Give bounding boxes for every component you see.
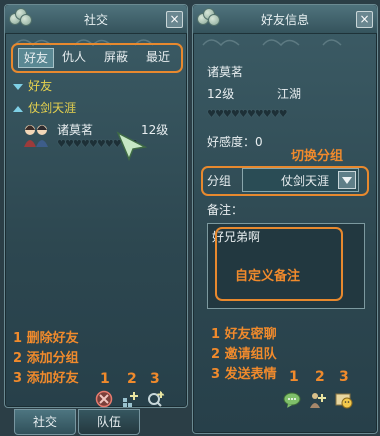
icon-number-2: 2	[315, 369, 325, 385]
group-friends[interactable]: 好友	[13, 75, 52, 94]
favor-label: 好感度：0	[207, 135, 263, 149]
tab-recent[interactable]: 最近	[141, 48, 175, 66]
social-tabs: 好友 仇人 屏蔽 最近	[17, 45, 177, 69]
annotation-delete-friend: 1 删除好友	[13, 331, 79, 346]
bottom-tab-team[interactable]: 队伍	[78, 409, 140, 435]
group-dropdown[interactable]: 仗剑天涯	[242, 168, 359, 192]
social-title: 社交	[83, 13, 108, 27]
private-chat-icon[interactable]	[283, 391, 301, 409]
group-zhangjian-label: 仗剑天涯	[28, 101, 77, 115]
friend-list-item[interactable]: 诸莫茗 12级 ♥♥♥♥♥♥♥♥♥♥	[19, 119, 179, 163]
delete-friend-icon[interactable]	[95, 390, 113, 408]
send-emote-icon[interactable]	[335, 391, 353, 409]
icon-number-3: 3	[150, 371, 160, 387]
group-zhangjian[interactable]: 仗剑天涯	[13, 97, 76, 116]
add-friend-search-icon[interactable]	[147, 390, 165, 408]
annotation-custom-remark: 自定义备注	[235, 269, 301, 284]
bottom-tab-social[interactable]: 社交	[14, 409, 76, 435]
tab-friends[interactable]: 好友	[18, 48, 54, 68]
annotation-send-emote: 3 发送表情	[211, 367, 277, 382]
annotation-invite-team: 2 邀请组队	[211, 347, 277, 362]
annotation-add-group: 2 添加分组	[13, 351, 79, 366]
group-label: 分组	[207, 174, 232, 188]
tab-enemies[interactable]: 仇人	[57, 48, 91, 66]
icon-number-2: 2	[127, 371, 137, 387]
icon-number-1: 1	[100, 371, 110, 387]
annotation-switch-group: 切换分组	[291, 149, 344, 164]
remark-label: 备注：	[207, 203, 244, 217]
remark-highlight	[215, 227, 343, 301]
collapse-up-icon	[13, 106, 23, 112]
social-panel: 社交 × 好友 仇人 屏蔽 最近 好友 仗剑天涯 诸莫茗 12级 ♥♥♥♥♥♥♥…	[4, 4, 188, 408]
group-dropdown-value: 仗剑天涯	[281, 174, 330, 188]
group-friends-label: 好友	[28, 79, 53, 93]
friend-info-panel: 好友信息 × 诸莫茗 12级 江湖 ♥♥♥♥♥♥♥♥♥♥ 好感度：0 切换分组 …	[192, 4, 378, 434]
add-group-icon[interactable]	[121, 390, 139, 408]
tab-blocked[interactable]: 屏蔽	[99, 48, 133, 66]
annotation-add-friend: 3 添加好友	[13, 371, 79, 386]
info-favor-hearts: ♥♥♥♥♥♥♥♥♥♥	[207, 109, 288, 120]
couple-avatar-icon	[24, 125, 48, 147]
cloud-decoration	[202, 39, 342, 47]
social-titlebar: 社交 ×	[5, 5, 187, 34]
info-faction: 江湖	[277, 87, 302, 101]
annotation-private-chat: 1 好友密聊	[211, 327, 277, 342]
invite-team-icon[interactable]	[309, 391, 327, 409]
icon-number-1: 1	[289, 369, 299, 385]
cursor-arrow-icon	[116, 131, 148, 161]
info-level: 12级	[207, 87, 235, 101]
expand-down-icon	[13, 84, 23, 90]
friend-info-titlebar: 好友信息 ×	[193, 5, 377, 34]
dropdown-button[interactable]	[338, 171, 356, 189]
icon-number-3: 3	[339, 369, 349, 385]
friend-name: 诸莫茗	[57, 123, 94, 137]
info-name: 诸莫茗	[207, 65, 244, 79]
close-icon[interactable]: ×	[166, 11, 183, 28]
friend-info-title: 好友信息	[260, 13, 309, 27]
chevron-down-icon	[342, 177, 352, 184]
close-icon[interactable]: ×	[356, 11, 373, 28]
